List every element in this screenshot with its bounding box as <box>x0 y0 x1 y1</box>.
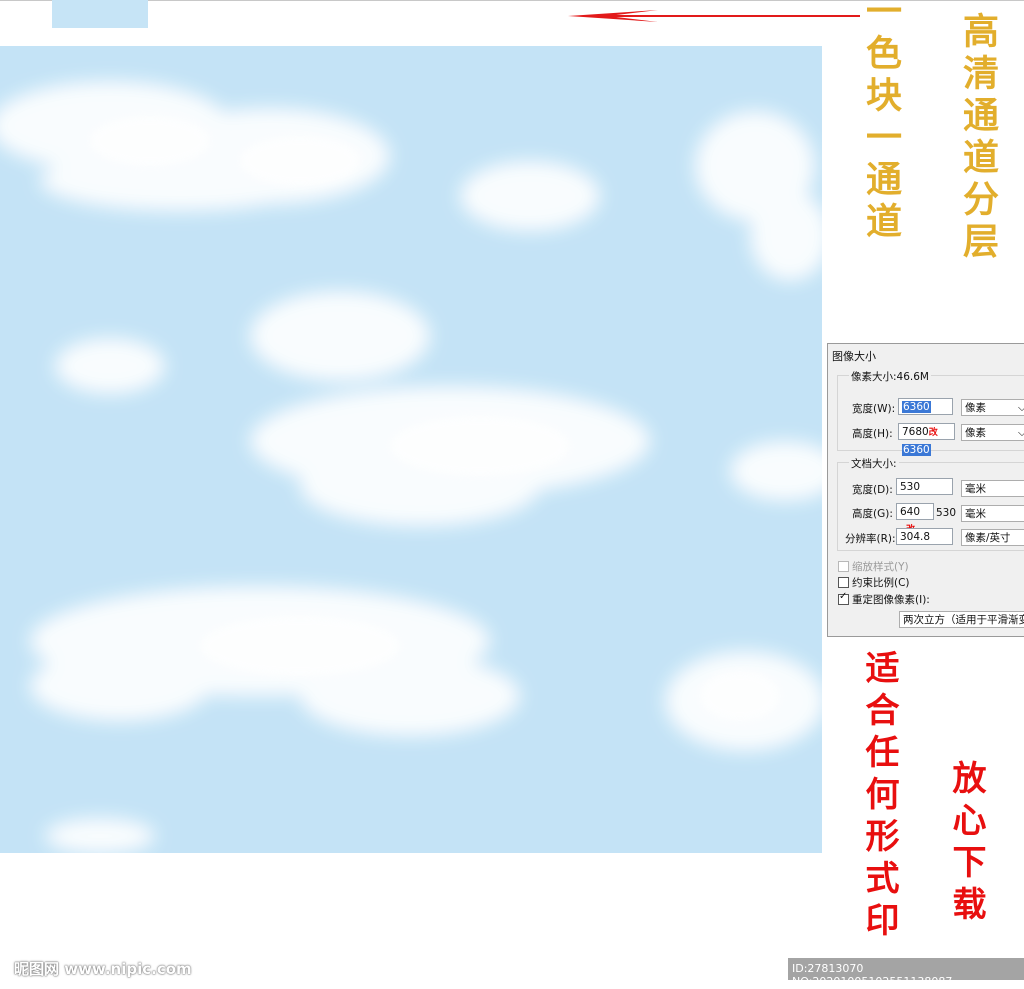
height-unit: 像素 <box>965 427 986 439</box>
width-label: 宽度(W): <box>852 403 896 415</box>
doc-height-unit: 毫米 <box>965 508 986 520</box>
annotation-red-right: 放心下载 <box>946 760 986 928</box>
checkbox-icon <box>838 560 849 572</box>
doc-height-unit-select[interactable]: 毫米 <box>961 505 1024 522</box>
checkbox-icon <box>838 576 849 588</box>
color-swatch-block <box>52 0 148 28</box>
scale-styles-checkbox[interactable]: 缩放样式(Y) <box>838 559 909 574</box>
height-value: 6360 <box>902 444 931 456</box>
doc-width-unit: 毫米 <box>965 483 986 495</box>
resample-method: 两次立方（适用于平滑渐变 <box>903 614 1024 626</box>
edit-mark: 改 <box>928 428 938 438</box>
image-size-dialog: 图像大小 像素大小:46.6M 宽度(W): 6360 像素 ⌵ 高度(H): 7… <box>827 343 1024 637</box>
width-value: 6360 <box>902 401 931 413</box>
width-unit-select[interactable]: 像素 ⌵ <box>961 399 1024 416</box>
resample-checkbox[interactable]: 重定图像像素(I): <box>838 591 930 607</box>
checkbox-checked-icon <box>838 591 849 605</box>
doc-width-input[interactable]: 530 <box>896 478 953 495</box>
resolution-value: 304.8 <box>900 531 931 543</box>
annotation-gold-left: 一色块一通道 <box>860 0 902 244</box>
red-arrow-icon <box>568 10 860 22</box>
doc-height-new-value: 530 <box>936 507 957 519</box>
width-input[interactable]: 6360 <box>898 398 953 415</box>
constrain-label: 约束比例(C) <box>852 577 910 589</box>
height-label: 高度(H): <box>852 428 893 440</box>
scale-styles-label: 缩放样式(Y) <box>852 561 909 573</box>
site-watermark: 昵图网 www.nipic.com <box>14 960 192 978</box>
doc-width-unit-select[interactable]: 毫米 <box>961 480 1024 497</box>
height-unit-select[interactable]: 像素 ⌵ <box>961 424 1024 441</box>
chevron-down-icon: ⌵ <box>1018 427 1024 439</box>
resolution-unit-select[interactable]: 像素/英寸 <box>961 529 1024 546</box>
resample-method-select[interactable]: 两次立方（适用于平滑渐变 <box>899 611 1024 628</box>
doc-width-value: 530 <box>900 481 921 493</box>
chevron-down-icon: ⌵ <box>1018 402 1024 414</box>
height-old-value: 7680 <box>902 426 929 438</box>
document-size-label: 文档大小: <box>849 456 899 471</box>
width-unit: 像素 <box>965 402 986 414</box>
resample-label: 重定图像像素(I): <box>852 594 930 606</box>
constrain-proportions-checkbox[interactable]: 约束比例(C) <box>838 575 910 590</box>
dialog-title: 图像大小 <box>832 350 876 363</box>
annotation-red-left: 适合任何形式印 <box>859 650 899 944</box>
resolution-label: 分辨率(R): <box>845 533 896 545</box>
resolution-unit: 像素/英寸 <box>965 532 1011 544</box>
annotation-gold-right: 高清通道分层 <box>957 12 999 264</box>
height-input[interactable]: 7680改 6360 <box>898 423 955 456</box>
doc-height-label: 高度(G): <box>852 508 893 520</box>
cloud-illustration <box>0 46 822 853</box>
doc-height-input[interactable]: 640改 <box>896 503 934 535</box>
pixel-dimensions-label: 像素大小:46.6M <box>849 369 931 384</box>
resolution-input[interactable]: 304.8 <box>896 528 953 545</box>
doc-height-old-value: 640 <box>900 506 921 518</box>
image-id-text: ID:27813070 NO:20201005102551138087 <box>792 962 953 988</box>
doc-width-label: 宽度(D): <box>852 484 893 496</box>
sky-cloud-image <box>0 46 822 853</box>
